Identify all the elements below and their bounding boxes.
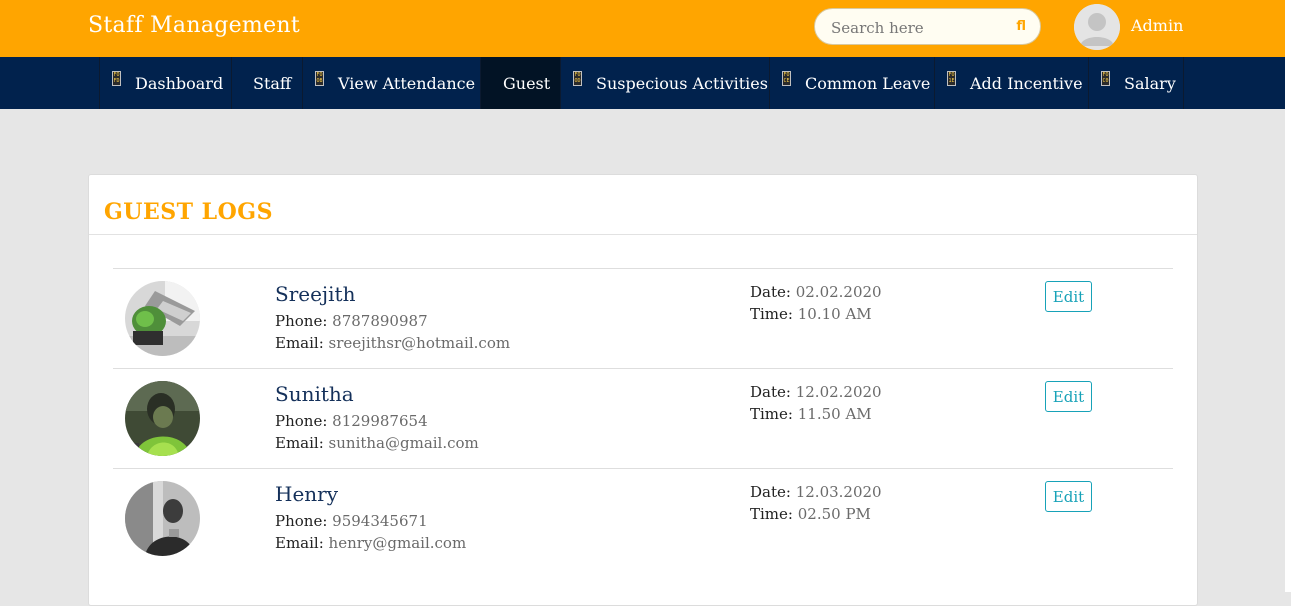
- guest-date: Date: 12.03.2020: [750, 483, 882, 501]
- phone-value: 8129987654: [332, 412, 428, 430]
- guest-time: Time: 02.50 PM: [750, 505, 871, 523]
- guest-photo-image: [125, 481, 200, 556]
- nav-item-add-incentive[interactable]: FO 1E Add Incentive: [934, 57, 1088, 109]
- phone-value: 9594345671: [332, 512, 428, 530]
- guest-row: Henry Phone: 9594345671 Email: henry@gma…: [113, 468, 1173, 569]
- user-avatar[interactable]: [1074, 4, 1120, 50]
- nav-item-staff[interactable]: Staff: [231, 57, 302, 109]
- nav-item-guest[interactable]: Guest: [480, 57, 560, 109]
- salary-icon: FO C0: [1101, 70, 1110, 86]
- date-label: Date:: [750, 483, 791, 501]
- guest-time: Time: 11.50 AM: [750, 405, 872, 423]
- phone-label: Phone:: [275, 412, 328, 430]
- guest-logs-card: GUEST LOGS Sreejith Phone: 8787890987 Em…: [88, 174, 1198, 606]
- guest-photo-image: [125, 381, 200, 456]
- scrollbar[interactable]: [1285, 0, 1291, 592]
- page-title: GUEST LOGS: [104, 199, 273, 225]
- time-value: 02.50 PM: [797, 505, 871, 523]
- phone-label: Phone:: [275, 512, 328, 530]
- guest-photo: [125, 481, 200, 556]
- guest-row: Sreejith Phone: 8787890987 Email: sreeji…: [113, 268, 1173, 369]
- time-value: 11.50 AM: [797, 405, 872, 423]
- guest-date: Date: 02.02.2020: [750, 283, 882, 301]
- phone-label: Phone:: [275, 312, 328, 330]
- edit-button[interactable]: Edit: [1045, 281, 1092, 312]
- guest-phone: Phone: 8129987654: [275, 412, 428, 430]
- guest-photo-image: [125, 281, 200, 356]
- nav-item-label: Salary: [1124, 73, 1176, 93]
- guest-name: Sunitha: [275, 382, 354, 406]
- email-value: sunitha@gmail.com: [328, 434, 479, 452]
- activities-icon: FO OD: [573, 70, 582, 86]
- edit-button[interactable]: Edit: [1045, 381, 1092, 412]
- email-value: sreejithsr@hotmail.com: [328, 334, 511, 352]
- guest-phone: Phone: 9594345671: [275, 512, 428, 530]
- nav-item-label: Add Incentive: [970, 73, 1083, 93]
- incentive-icon: FO 1E: [947, 70, 956, 86]
- nav-item-salary[interactable]: FO C0 Salary: [1088, 57, 1184, 109]
- app-brand[interactable]: Staff Management: [88, 13, 300, 38]
- edit-button[interactable]: Edit: [1045, 481, 1092, 512]
- guest-email: Email: sunitha@gmail.com: [275, 434, 479, 452]
- main-nav: FO FD Dashboard Staff FO OB View Attenda…: [0, 57, 1285, 109]
- time-value: 10.10 AM: [797, 305, 872, 323]
- dashboard-icon: FO FD: [112, 70, 121, 86]
- email-label: Email:: [275, 534, 324, 552]
- date-label: Date:: [750, 383, 791, 401]
- top-header: Staff Management fl Admin: [0, 0, 1285, 57]
- nav-item-label: Guest: [503, 73, 551, 93]
- time-label: Time:: [750, 505, 793, 523]
- nav-item-view-attendance[interactable]: FO OB View Attendance: [302, 57, 480, 109]
- leave-icon: FO CE: [782, 70, 791, 86]
- nav-item-dashboard[interactable]: FO FD Dashboard: [99, 57, 231, 109]
- guest-name: Henry: [275, 482, 339, 506]
- time-label: Time:: [750, 305, 793, 323]
- guest-name: Sreejith: [275, 282, 356, 306]
- nav-item-label: Dashboard: [135, 73, 224, 93]
- divider: [89, 234, 1197, 235]
- time-label: Time:: [750, 405, 793, 423]
- user-avatar-icon: [1074, 4, 1120, 50]
- phone-value: 8787890987: [332, 312, 428, 330]
- user-name[interactable]: Admin: [1131, 16, 1183, 35]
- date-label: Date:: [750, 283, 791, 301]
- nav-item-suspecious-activities[interactable]: FO OD Suspecious Activities: [560, 57, 769, 109]
- email-label: Email:: [275, 334, 324, 352]
- nav-item-label: View Attendance: [338, 73, 476, 93]
- guest-photo: [125, 281, 200, 356]
- guest-photo: [125, 381, 200, 456]
- guest-phone: Phone: 8787890987: [275, 312, 428, 330]
- guest-row: Sunitha Phone: 8129987654 Email: sunitha…: [113, 368, 1173, 469]
- nav-item-label: Suspecious Activities: [596, 73, 768, 93]
- search-box[interactable]: fl: [814, 8, 1041, 45]
- guest-email: Email: henry@gmail.com: [275, 534, 466, 552]
- email-value: henry@gmail.com: [328, 534, 467, 552]
- date-value: 12.03.2020: [795, 483, 882, 501]
- guest-email: Email: sreejithsr@hotmail.com: [275, 334, 510, 352]
- attendance-icon: FO OB: [315, 70, 324, 86]
- search-input[interactable]: [829, 15, 1013, 41]
- search-icon[interactable]: fl: [1016, 19, 1026, 34]
- guest-date: Date: 12.02.2020: [750, 383, 882, 401]
- date-value: 02.02.2020: [795, 283, 882, 301]
- guest-time: Time: 10.10 AM: [750, 305, 872, 323]
- email-label: Email:: [275, 434, 324, 452]
- nav-item-label: Staff: [253, 73, 292, 93]
- nav-item-common-leave[interactable]: FO CE Common Leave: [769, 57, 934, 109]
- nav-item-label: Common Leave: [805, 73, 931, 93]
- date-value: 12.02.2020: [795, 383, 882, 401]
